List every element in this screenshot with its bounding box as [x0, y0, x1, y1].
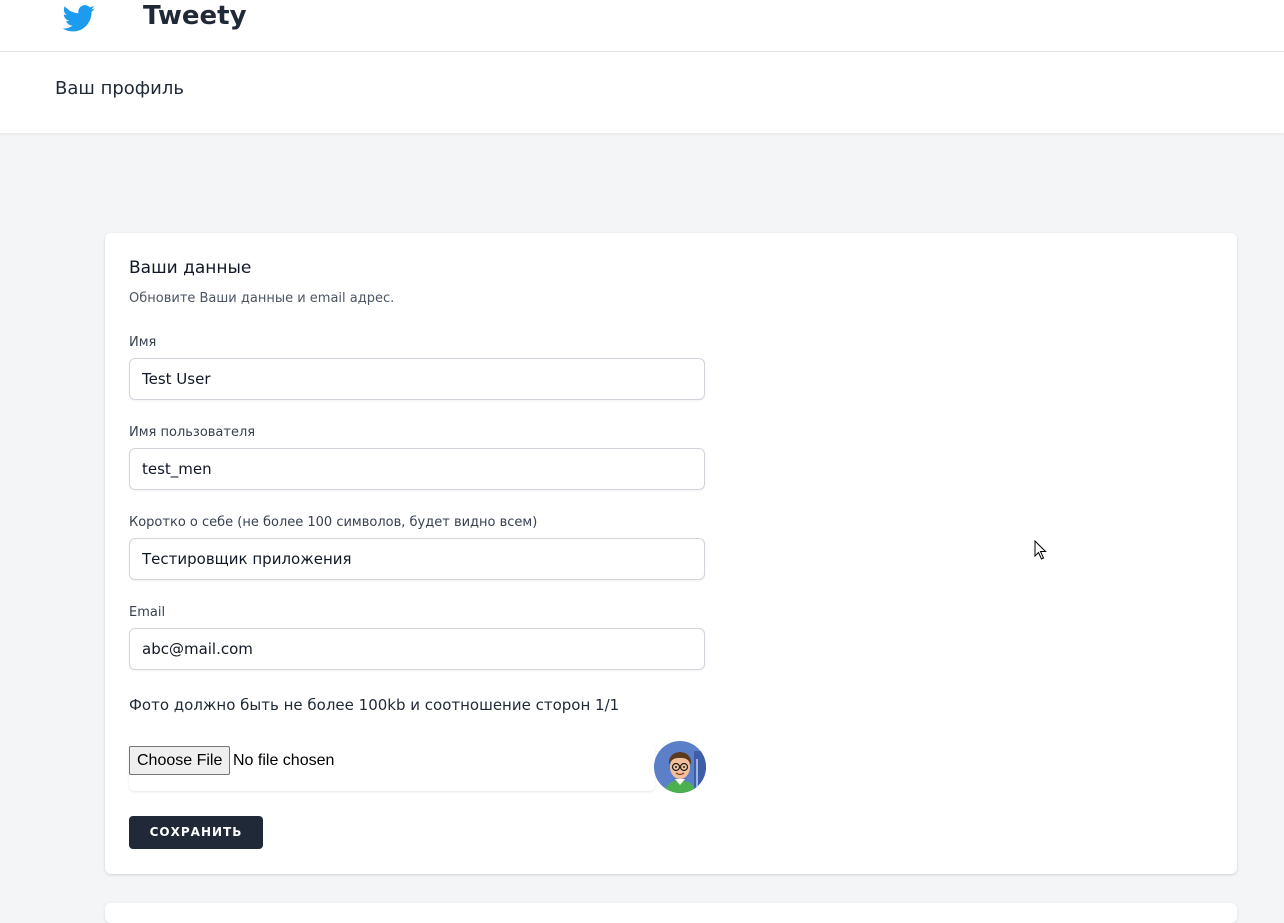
file-status: No file chosen [233, 752, 335, 769]
section-description: Обновите Ваши данные и email адрес. [129, 291, 395, 306]
page-title: Ваш профиль [55, 78, 184, 99]
photo-requirements-note: Фото должно быть не более 100kb и соотно… [129, 696, 620, 714]
page-header [0, 52, 1284, 133]
choose-file-button[interactable]: Choose File [129, 746, 231, 775]
username-input[interactable] [129, 448, 705, 490]
username-label: Имя пользователя [129, 425, 256, 440]
twitter-bird-icon[interactable] [60, 2, 98, 35]
bio-label: Коротко о себе (не более 100 символов, б… [129, 515, 538, 530]
avatar [654, 741, 706, 793]
user-avatar-cartoon-icon [654, 741, 706, 793]
bio-input[interactable] [129, 538, 705, 580]
file-upload: Choose File No file chosen [129, 743, 655, 791]
section-title: Ваши данные [129, 258, 252, 278]
name-label: Имя [129, 335, 157, 350]
email-label: Email [129, 605, 166, 620]
top-navbar: Tweety [0, 0, 1284, 52]
email-input[interactable] [129, 628, 705, 670]
save-button[interactable]: СОХРАНИТЬ [129, 816, 263, 849]
profile-card: Ваши данные Обновите Ваши данные и email… [105, 233, 1237, 874]
secondary-card [105, 903, 1237, 923]
app-title[interactable]: Tweety [143, 0, 247, 32]
mouse-cursor-icon [1034, 540, 1047, 560]
name-input[interactable] [129, 358, 705, 400]
